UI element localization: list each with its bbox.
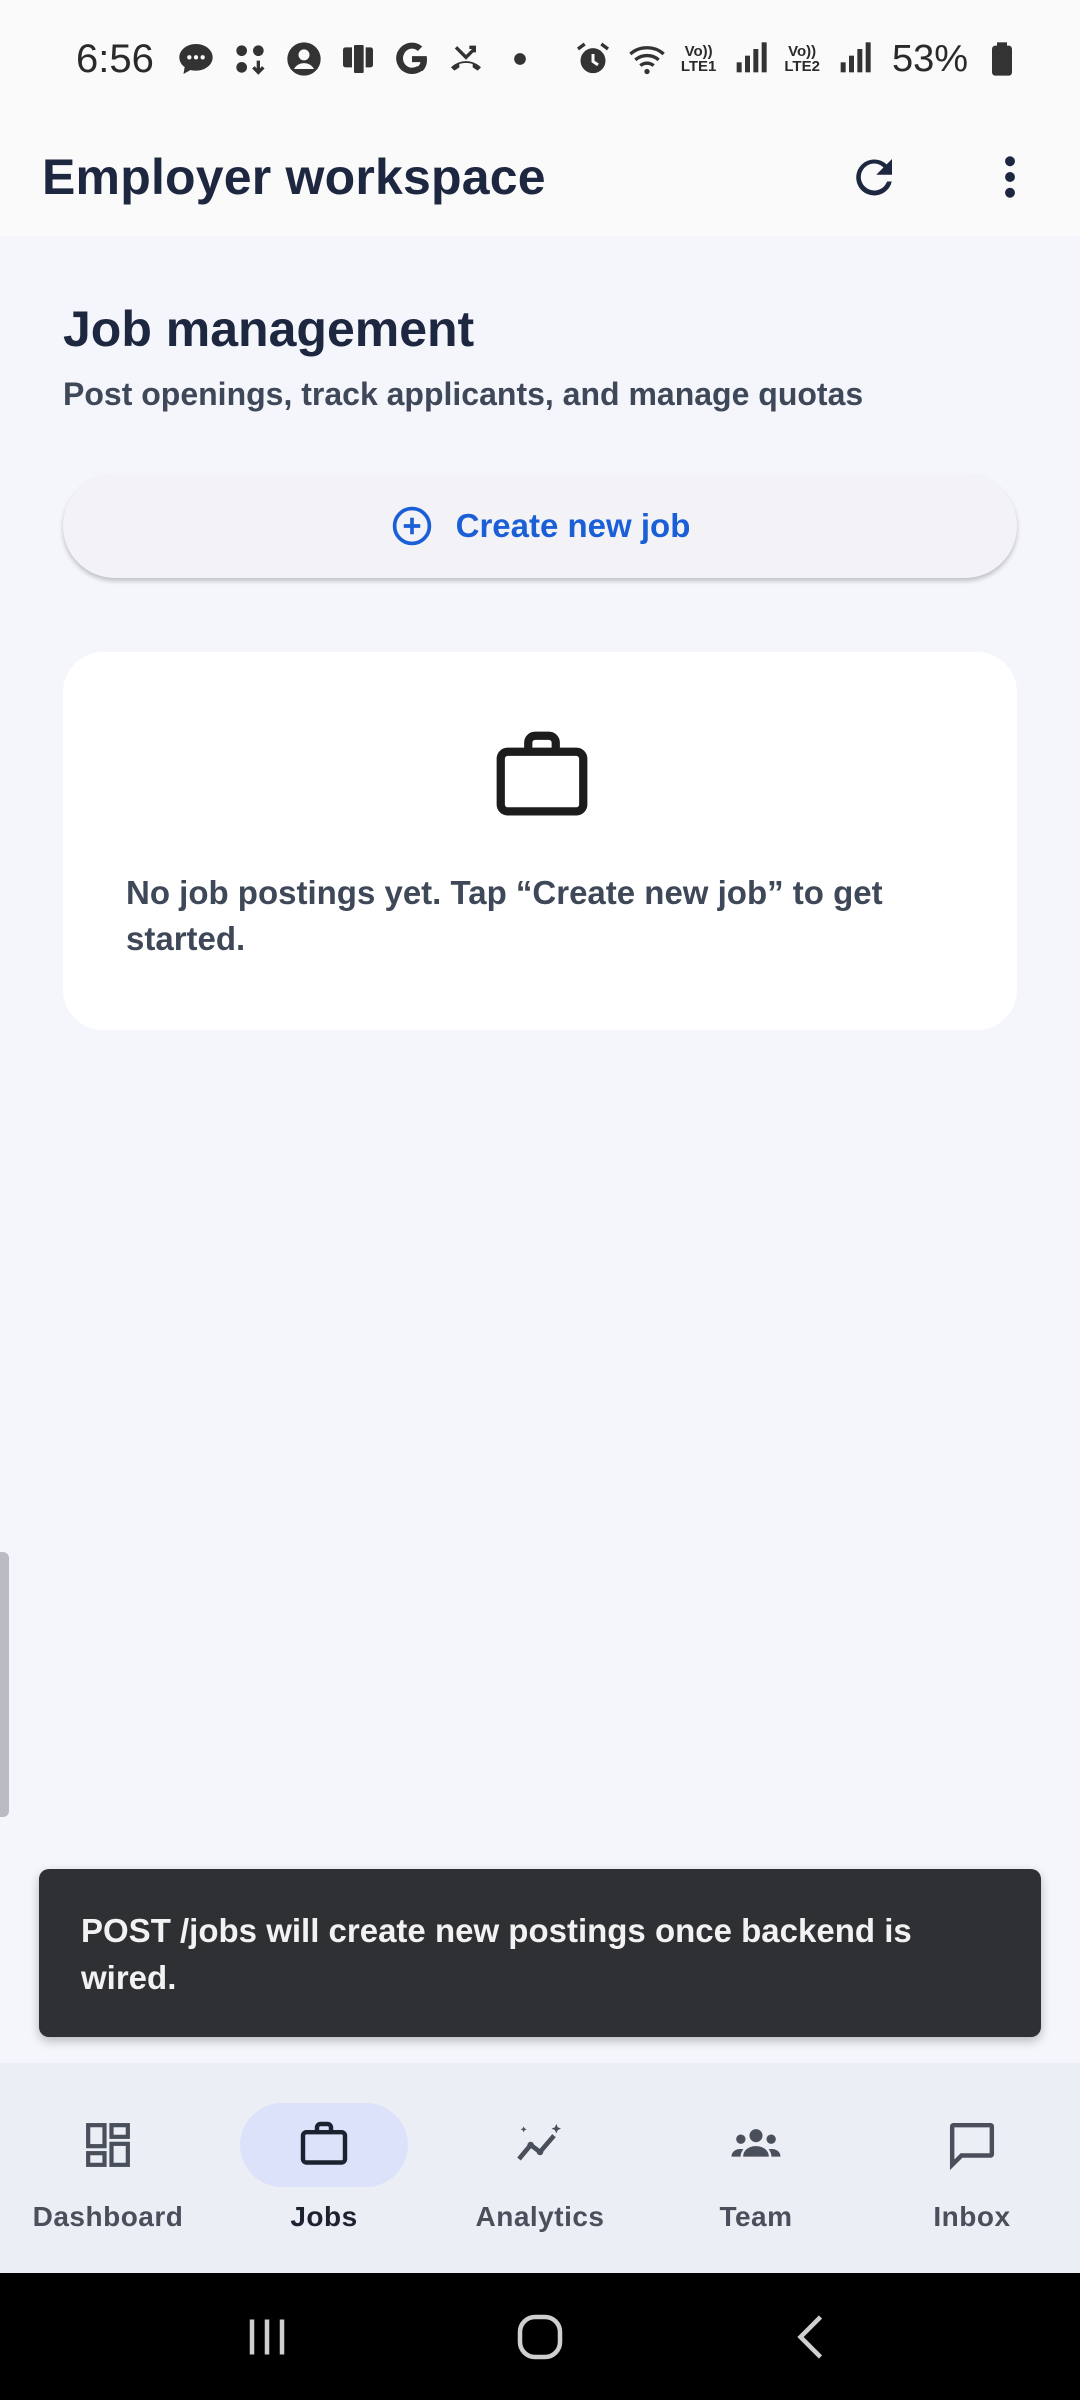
nav-pill bbox=[456, 2103, 624, 2187]
nav-label-jobs: Jobs bbox=[290, 2201, 358, 2232]
sim1-bottom: LTE1 bbox=[680, 58, 717, 75]
signal-icon bbox=[730, 39, 770, 79]
dashboard-icon bbox=[86, 2123, 130, 2167]
bottom-navigation: Dashboard Jobs Analytics Team Inbox bbox=[0, 2063, 1080, 2273]
chat-icon bbox=[176, 39, 216, 79]
battery-percent: 53% bbox=[891, 37, 968, 80]
refresh-button[interactable] bbox=[842, 145, 906, 209]
sim2-label: Vo)) LTE2 bbox=[784, 44, 820, 74]
nav-pill-active bbox=[240, 2103, 408, 2187]
more-vert-icon bbox=[1005, 156, 1015, 198]
nav-label-analytics: Analytics bbox=[475, 2201, 605, 2232]
device-icon bbox=[338, 39, 378, 79]
nav-item-inbox[interactable]: Inbox bbox=[864, 2063, 1080, 2273]
wifi-icon bbox=[627, 39, 667, 79]
nav-pill bbox=[672, 2103, 840, 2187]
analytics-icon bbox=[517, 2124, 561, 2161]
missed-call-icon bbox=[446, 39, 486, 79]
sim2-bottom: LTE2 bbox=[784, 58, 820, 75]
recent-apps-button[interactable] bbox=[227, 2297, 307, 2377]
nav-item-jobs[interactable]: Jobs bbox=[216, 2063, 432, 2273]
account-icon bbox=[284, 39, 324, 79]
google-icon bbox=[392, 39, 432, 79]
dot-icon bbox=[500, 39, 540, 79]
sim1-label: Vo)) LTE1 bbox=[681, 44, 717, 74]
more-options-button[interactable] bbox=[978, 145, 1042, 209]
team-icon bbox=[731, 2129, 781, 2157]
apps-icon bbox=[230, 39, 270, 79]
chat-bubble-icon bbox=[949, 2122, 995, 2171]
nav-label-dashboard: Dashboard bbox=[32, 2201, 184, 2232]
status-right: Vo)) LTE1 Vo)) LTE2 53% bbox=[573, 38, 1022, 81]
app-title: Employer workspace bbox=[42, 149, 546, 205]
edge-panel-handle[interactable] bbox=[0, 1552, 9, 1817]
signal-icon bbox=[834, 39, 874, 79]
recents-icon bbox=[249, 2319, 284, 2354]
status-bar: 6:56 Vo)) LTE1 Vo)) LTE2 53% bbox=[0, 0, 1080, 118]
system-navigation-bar bbox=[0, 2273, 1080, 2400]
page-title: Job management bbox=[63, 301, 475, 357]
page-subtitle: Post openings, track applicants, and man… bbox=[63, 376, 864, 412]
home-button[interactable] bbox=[500, 2297, 580, 2377]
alarm-icon bbox=[573, 39, 613, 79]
nav-label-team: Team bbox=[719, 2201, 793, 2232]
app-actions bbox=[842, 145, 1042, 209]
status-time: 6:56 bbox=[76, 36, 154, 81]
nav-pill bbox=[24, 2103, 192, 2187]
home-icon bbox=[517, 2314, 563, 2359]
battery-icon bbox=[982, 39, 1022, 79]
nav-item-dashboard[interactable]: Dashboard bbox=[0, 2063, 216, 2273]
briefcase-icon bbox=[300, 2121, 348, 2165]
empty-state-card: No job postings yet. Tap “Create new job… bbox=[63, 652, 1017, 1030]
nav-pill bbox=[888, 2103, 1056, 2187]
snackbar-message: POST /jobs will create new postings once… bbox=[81, 1912, 912, 1996]
create-new-job-button[interactable]: Create new job bbox=[63, 474, 1017, 578]
add-circle-icon bbox=[392, 506, 431, 546]
refresh-icon bbox=[856, 159, 892, 196]
nav-label-inbox: Inbox bbox=[933, 2201, 1011, 2232]
back-button[interactable] bbox=[773, 2297, 853, 2377]
sim2-top: Vo)) bbox=[788, 43, 817, 60]
snackbar: POST /jobs will create new postings once… bbox=[39, 1869, 1041, 2037]
nav-item-team[interactable]: Team bbox=[648, 2063, 864, 2273]
sim1-top: Vo)) bbox=[684, 43, 713, 60]
nav-item-analytics[interactable]: Analytics bbox=[432, 2063, 648, 2273]
empty-state-text: No job postings yet. Tap “Create new job… bbox=[126, 874, 883, 957]
status-left: 6:56 bbox=[76, 37, 540, 82]
create-new-job-label: Create new job bbox=[455, 507, 691, 544]
briefcase-icon bbox=[487, 722, 597, 832]
back-icon bbox=[797, 2314, 823, 2359]
app-bar: Employer workspace bbox=[0, 118, 1080, 236]
